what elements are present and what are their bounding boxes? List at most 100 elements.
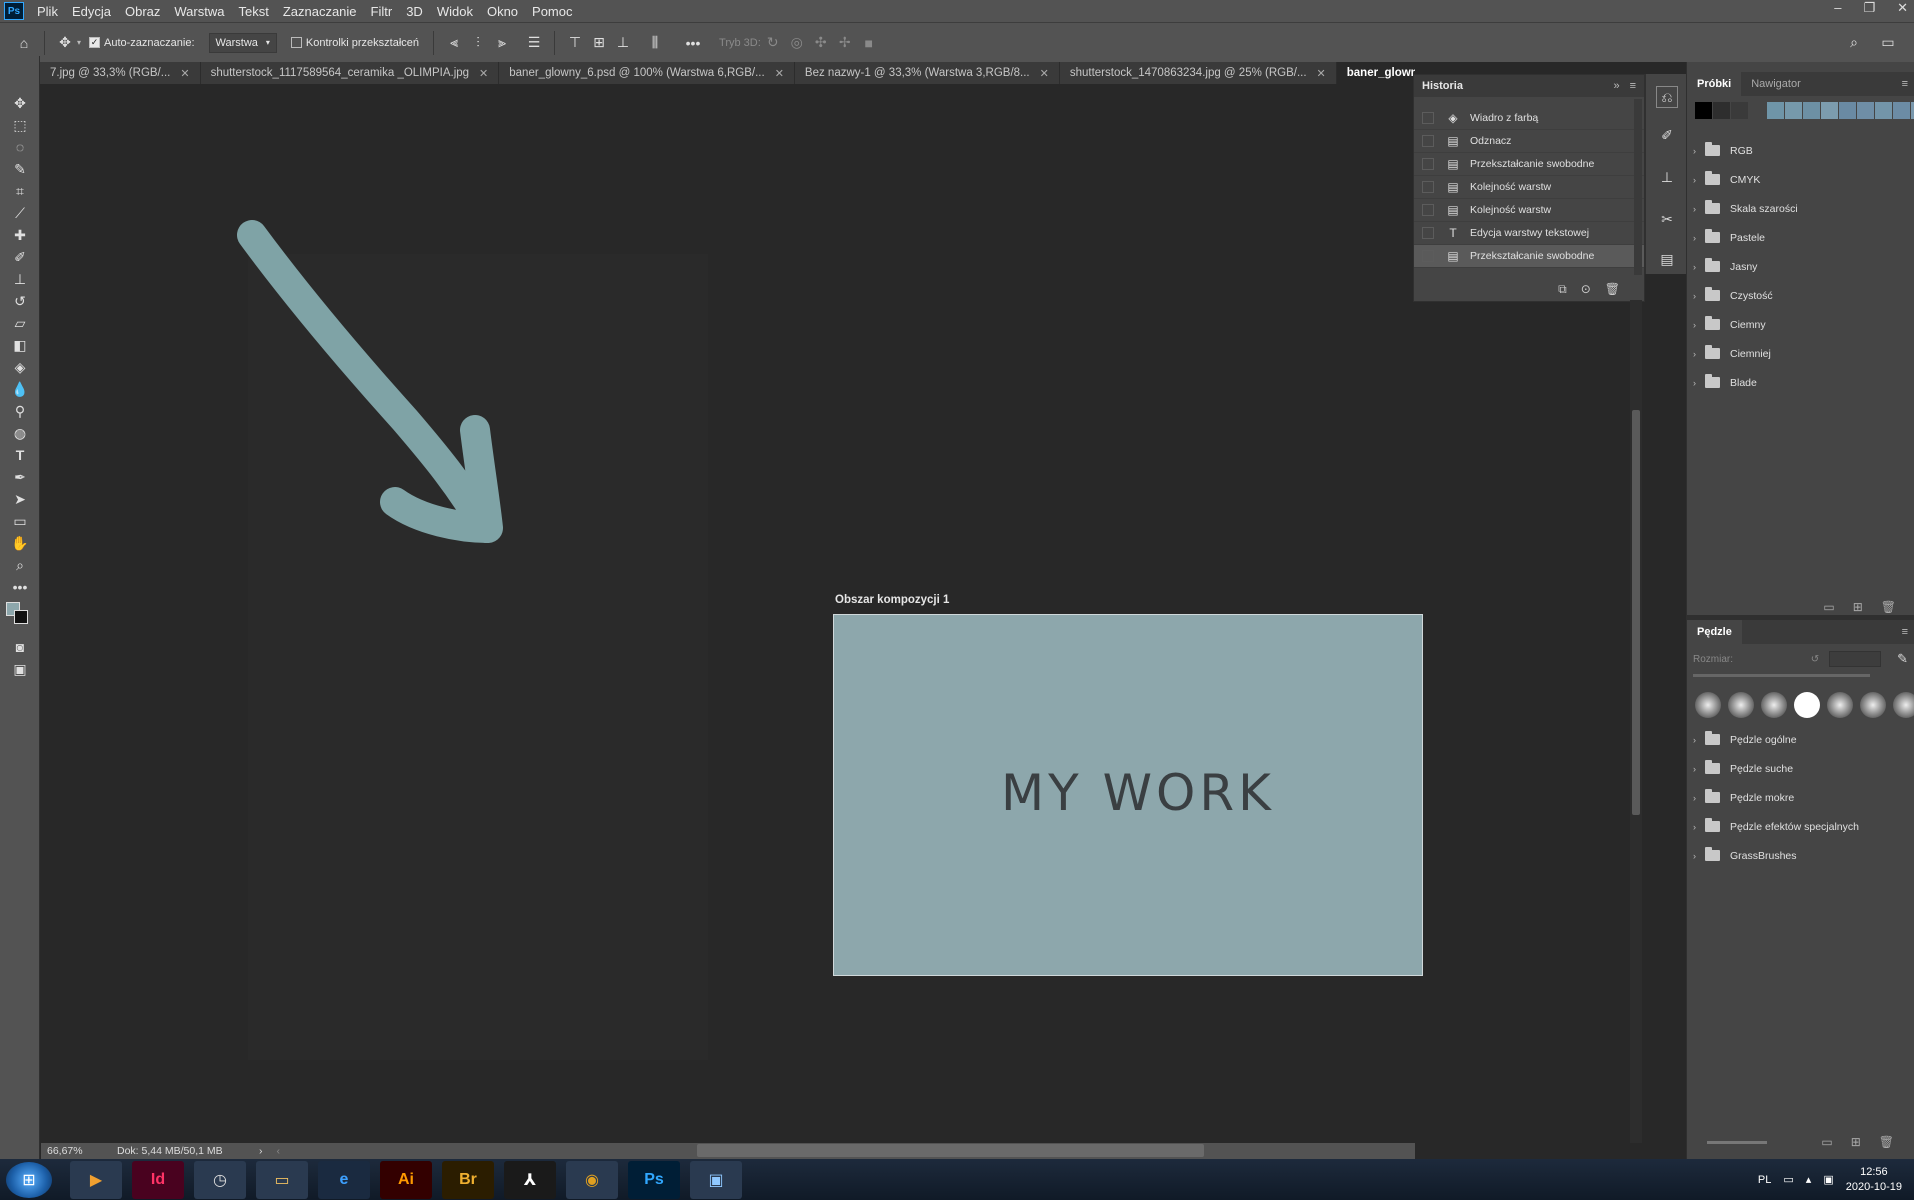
document-tab[interactable]: shutterstock_1117589564_ceramika _OLIMPI… xyxy=(201,62,500,84)
color-swatch[interactable] xyxy=(1713,102,1730,119)
swatch-group[interactable]: › Jasny xyxy=(1687,252,1914,281)
new-brush-icon[interactable]: ⊞ xyxy=(1851,1135,1861,1149)
sponge-tool-icon[interactable]: ◍ xyxy=(8,422,32,444)
brush-group[interactable]: › Pędzle ogólne xyxy=(1687,725,1914,754)
history-panel-icon[interactable]: ⎌ xyxy=(1656,86,1678,108)
chevron-right-icon[interactable]: › xyxy=(1687,851,1701,861)
color-swatch[interactable] xyxy=(1695,102,1712,119)
color-swatch[interactable] xyxy=(1803,102,1820,119)
minimize-button[interactable]: – xyxy=(1834,0,1841,16)
menu-3d[interactable]: 3D xyxy=(399,4,430,19)
color-swatch[interactable] xyxy=(1893,102,1910,119)
history-item[interactable]: ▤ Przekształcanie swobodne xyxy=(1414,245,1644,268)
swatch-group[interactable]: › Blade xyxy=(1687,368,1914,397)
restore-button[interactable]: ❐ xyxy=(1863,0,1875,16)
brush-settings-icon[interactable]: ✐ xyxy=(1656,124,1678,146)
zoom-tool-icon[interactable]: ⌕ xyxy=(8,554,32,576)
marquee-tool-icon[interactable]: ⬚ xyxy=(8,114,32,136)
history-snapshot-checkbox[interactable] xyxy=(1422,227,1434,239)
rectangle-tool-icon[interactable]: ▭ xyxy=(8,510,32,532)
tab-close-icon[interactable]: ✕ xyxy=(775,67,784,80)
start-button[interactable]: ⊞ xyxy=(6,1161,52,1198)
crop-tool-icon[interactable]: ⌗ xyxy=(8,180,32,202)
align-middle-icon[interactable]: ⊞ xyxy=(587,31,611,55)
taskbar-app-indesign[interactable]: Id xyxy=(132,1160,184,1199)
document-tab[interactable]: 7.jpg @ 33,3% (RGB/... ✕ xyxy=(40,62,201,84)
swatch-group[interactable]: › RGB xyxy=(1687,136,1914,165)
lasso-tool-icon[interactable]: ◌ xyxy=(8,136,32,158)
clone-stamp-tool-icon[interactable]: ⊥ xyxy=(8,268,32,290)
brush-group[interactable]: › Pędzle mokre xyxy=(1687,783,1914,812)
history-snapshot-checkbox[interactable] xyxy=(1422,250,1434,262)
brush-preset[interactable] xyxy=(1728,692,1754,718)
reset-icon[interactable]: ↺ xyxy=(1811,654,1819,665)
history-item[interactable]: ▤ Odznacz xyxy=(1414,130,1644,153)
network-icon[interactable]: ▣ xyxy=(1823,1173,1833,1186)
align-left-icon[interactable]: ⫷ xyxy=(442,31,466,55)
history-snapshot-checkbox[interactable] xyxy=(1422,112,1434,124)
history-brush-tool-icon[interactable]: ↺ xyxy=(8,290,32,312)
color-swatch[interactable] xyxy=(1749,102,1766,119)
brush-tool-icon[interactable]: ✐ xyxy=(8,246,32,268)
chevron-right-icon[interactable]: › xyxy=(1687,291,1701,301)
chevron-right-icon[interactable]: › xyxy=(1687,262,1701,272)
quick-mask-icon[interactable]: ◙ xyxy=(8,636,32,658)
artboard-label[interactable]: Obszar kompozycji 1 xyxy=(835,594,949,606)
dodge-tool-icon[interactable]: ⚲ xyxy=(8,400,32,422)
brush-group[interactable]: › Pędzle suche xyxy=(1687,754,1914,783)
taskbar-app-explorer[interactable]: ▭ xyxy=(256,1160,308,1199)
color-swatch[interactable] xyxy=(1821,102,1838,119)
chevron-right-icon[interactable]: › xyxy=(1687,320,1701,330)
menu-widok[interactable]: Widok xyxy=(430,4,480,19)
align-right-icon[interactable]: ⫸ xyxy=(490,31,514,55)
menu-edycja[interactable]: Edycja xyxy=(65,4,118,19)
brush-size-input[interactable] xyxy=(1829,651,1882,667)
swatch-group[interactable]: › Ciemny xyxy=(1687,310,1914,339)
taskbar-app-screen-app[interactable]: ▣ xyxy=(690,1160,742,1199)
move-tool-icon[interactable]: ✥ xyxy=(53,31,77,55)
home-icon[interactable]: ⌂ xyxy=(12,31,36,55)
blur-tool-icon[interactable]: 💧 xyxy=(8,378,32,400)
tab-navigator[interactable]: Nawigator xyxy=(1741,72,1811,96)
quick-select-tool-icon[interactable]: ✎ xyxy=(8,158,32,180)
history-snapshot-checkbox[interactable] xyxy=(1422,135,1434,147)
battery-icon[interactable]: ▭ xyxy=(1783,1173,1793,1186)
snapshot-camera-icon[interactable]: ⊙ xyxy=(1581,282,1591,296)
gradient-tool-icon[interactable]: ◧ xyxy=(8,334,32,356)
tray-expand-icon[interactable]: ▴ xyxy=(1806,1173,1812,1186)
document-tab[interactable]: shutterstock_1470863234.jpg @ 25% (RGB/.… xyxy=(1060,62,1337,84)
document-tab[interactable]: baner_glowny_6.psd @ 100% (Warstwa 6,RGB… xyxy=(499,62,795,84)
brush-preset[interactable] xyxy=(1893,692,1914,718)
background-color-swatch[interactable] xyxy=(14,610,28,624)
tab-close-icon[interactable]: ✕ xyxy=(1317,67,1326,80)
taskbar-app-media-player[interactable]: ▶ xyxy=(70,1160,122,1199)
tab-close-icon[interactable]: ✕ xyxy=(180,67,189,80)
history-item[interactable]: T Edycja warstwy tekstowej xyxy=(1414,222,1644,245)
new-document-from-state-icon[interactable]: ⧉ xyxy=(1558,282,1567,297)
history-scrollbar[interactable] xyxy=(1634,99,1642,275)
tab-close-icon[interactable]: ✕ xyxy=(1040,67,1049,80)
color-swatch[interactable] xyxy=(1785,102,1802,119)
chevron-right-icon[interactable]: › xyxy=(1687,204,1701,214)
chevron-right-icon[interactable]: › xyxy=(1687,793,1701,803)
color-swatch[interactable] xyxy=(1839,102,1856,119)
chevron-right-icon[interactable]: › xyxy=(1687,175,1701,185)
layer-select[interactable]: Warstwa ▾ xyxy=(208,32,277,53)
taskbar-app-chrome[interactable]: ◉ xyxy=(566,1160,618,1199)
taskbar-app-clock-app[interactable]: ◷ xyxy=(194,1160,246,1199)
history-snapshot-checkbox[interactable] xyxy=(1422,204,1434,216)
brush-preset[interactable] xyxy=(1860,692,1886,718)
chevron-right-icon[interactable]: › xyxy=(1687,233,1701,243)
search-icon[interactable]: ⌕ xyxy=(1842,30,1866,54)
swatch-group[interactable]: › Pastele xyxy=(1687,223,1914,252)
history-snapshot-checkbox[interactable] xyxy=(1422,181,1434,193)
panel-menu-icon[interactable]: ≡ xyxy=(1630,80,1636,92)
chevron-right-icon[interactable]: › xyxy=(259,1145,263,1157)
align-center-icon[interactable]: ⫶ xyxy=(466,31,490,55)
tab-close-icon[interactable]: ✕ xyxy=(479,67,488,80)
brush-preview-slider[interactable] xyxy=(1707,1140,1767,1144)
brush-preset[interactable] xyxy=(1695,692,1721,718)
screen-mode-icon[interactable]: ▣ xyxy=(8,658,32,680)
distribute-vertical-icon[interactable]: ⫼ xyxy=(643,31,667,55)
menu-okno[interactable]: Okno xyxy=(480,4,525,19)
